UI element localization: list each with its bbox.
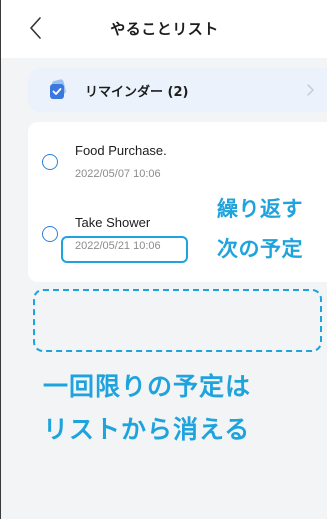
page-title: やることリスト xyxy=(110,20,219,38)
task-complete-radio[interactable] xyxy=(42,226,58,242)
task-complete-radio[interactable] xyxy=(42,154,58,170)
header-bar: やることリスト xyxy=(1,0,327,58)
repeat-note-line2: 次の予定 xyxy=(217,237,303,261)
reminder-group-label: リマインダー (2) xyxy=(85,85,189,100)
chevron-right-icon xyxy=(303,82,317,98)
reminder-list-icon xyxy=(47,78,71,102)
date-highlight-frame xyxy=(61,236,188,263)
task-date: 2022/05/07 10:06 xyxy=(75,168,161,180)
caption-line2: リストから消える xyxy=(43,415,251,444)
removed-item-placeholder xyxy=(33,289,322,352)
task-title: Take Shower xyxy=(75,215,151,230)
repeat-note-line1: 繰り返す xyxy=(217,197,303,221)
app-screen: やることリスト リマインダー (2) Food Purchase. 2022/0… xyxy=(0,0,327,519)
task-title: Food Purchase. xyxy=(75,143,167,158)
caption-line1: 一回限りの予定は xyxy=(43,372,252,401)
